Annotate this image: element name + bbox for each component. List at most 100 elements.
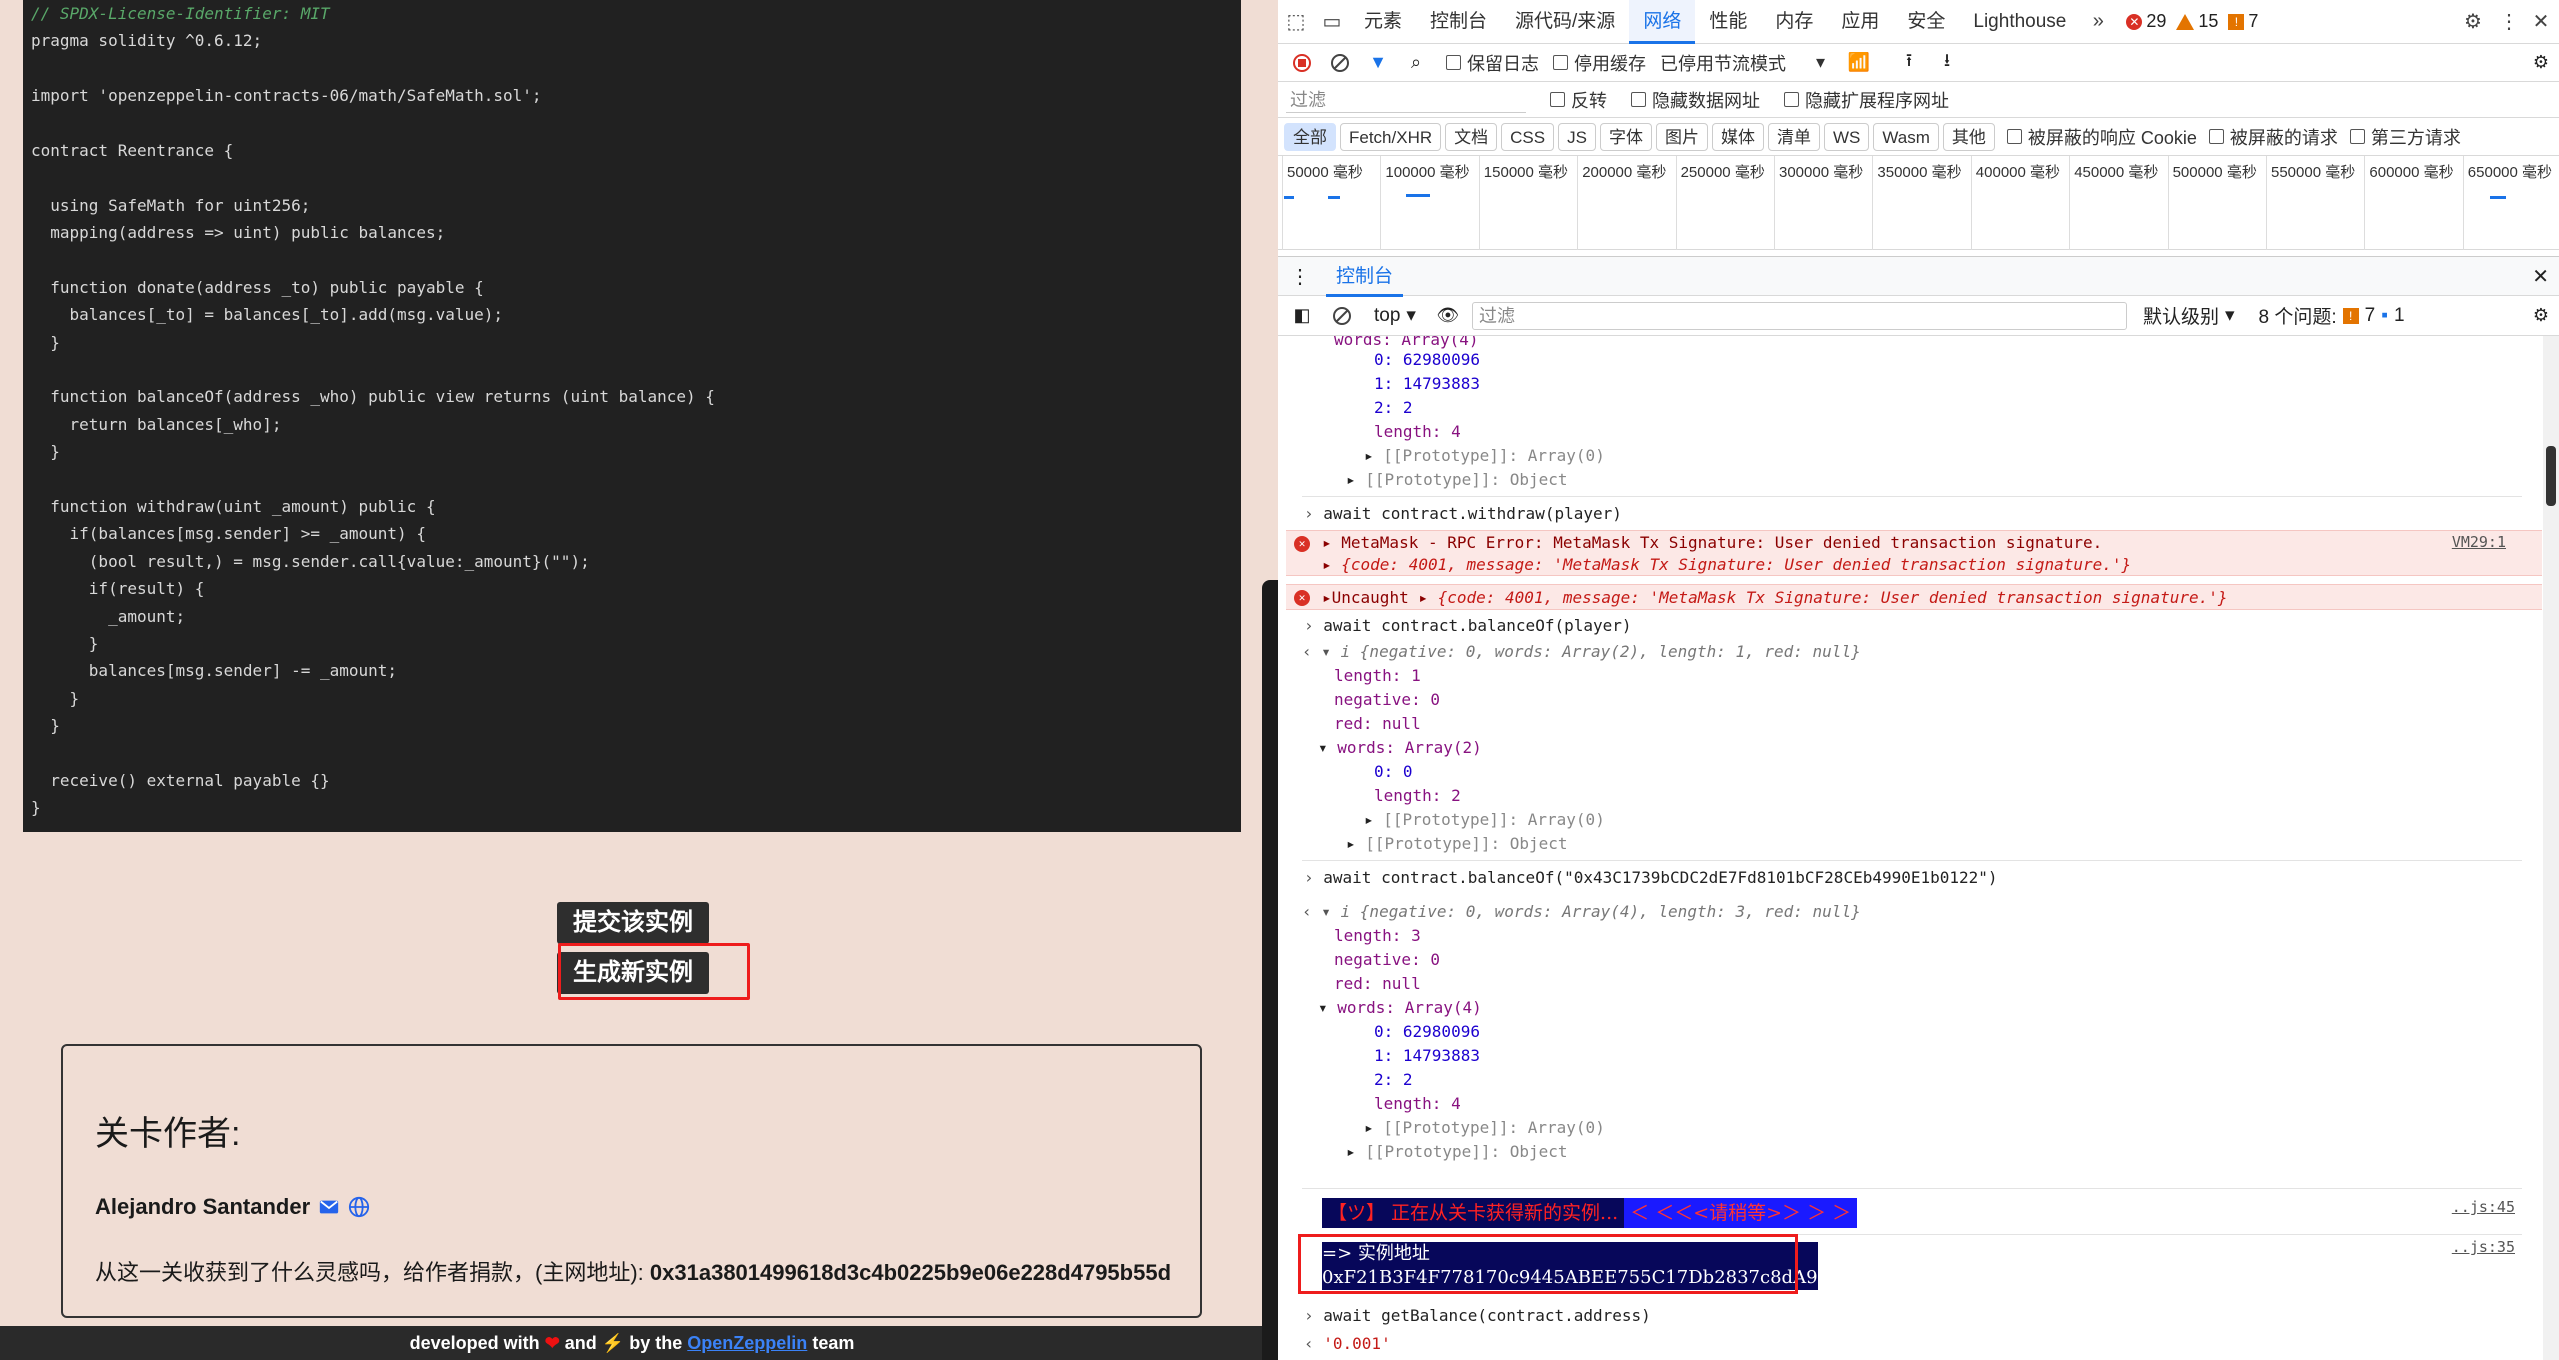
console-clear-icon[interactable] [1326, 300, 1358, 332]
record-stop-icon[interactable] [1286, 47, 1318, 79]
timeline-tick: 500000 毫秒 [2167, 156, 2257, 250]
console-line[interactable]: ▾ words: Array(2) [1318, 736, 2559, 760]
source-link[interactable]: ..js:45 [2452, 1198, 2515, 1216]
bn-words: words: Array(2) [1337, 738, 1482, 757]
kebab-menu-icon[interactable]: ⋮ [2491, 0, 2527, 44]
console-scrollbar[interactable] [2543, 336, 2559, 1360]
type-filter-3[interactable]: CSS [1501, 122, 1555, 151]
type-filter-5[interactable]: 字体 [1599, 122, 1652, 151]
network-timeline[interactable]: 50000 毫秒 100000 毫秒 150000 毫秒 200000 毫秒 25000… [1278, 156, 2559, 250]
console-line: 1: 14793883 [1374, 372, 2559, 396]
console-line[interactable]: ▾ words: Array(4) [1318, 996, 2559, 1020]
filter-icon[interactable]: ▼ [1362, 47, 1394, 79]
tab-8[interactable]: Lighthouse [1959, 0, 2080, 44]
type-filter-6[interactable]: 图片 [1655, 122, 1708, 151]
type-filter-7[interactable]: 媒体 [1711, 122, 1764, 151]
code-line: balances[msg.sender] -= _amount; [31, 661, 398, 681]
wifi-conditions-icon[interactable]: 📶 [1843, 47, 1875, 79]
device-toggle-icon[interactable]: ▭ [1314, 0, 1350, 44]
network-settings-icon[interactable]: ⚙ [2525, 47, 2557, 79]
console-line[interactable]: ▸ [[Prototype]]: Object [1346, 1140, 2559, 1164]
proto-array: [[Prototype]]: Array(0) [1383, 446, 1605, 465]
type-filter-8[interactable]: 清单 [1767, 122, 1820, 151]
console-line[interactable]: ▸ {code: 4001, message: 'MetaMask Tx Sig… [1322, 553, 2559, 577]
tab-6[interactable]: 应用 [1827, 0, 1893, 44]
preserve-log-checkbox[interactable]: 保留日志 [1446, 50, 1539, 76]
code-line: function donate(address _to) public paya… [31, 277, 484, 297]
page-scrollbar[interactable] [1262, 580, 1278, 1360]
drawer-menu-icon[interactable]: ⋮ [1290, 264, 1310, 289]
type-filter-0[interactable]: 全部 [1284, 122, 1336, 151]
console-line[interactable]: ▸ MetaMask - RPC Error: MetaMask Tx Sign… [1322, 531, 2559, 555]
console-line[interactable]: ▸ [[Prototype]]: Array(0) [1364, 808, 2559, 832]
console-settings-icon[interactable]: ⚙ [2525, 300, 2557, 332]
scroll-thumb[interactable] [2546, 446, 2556, 506]
highlight-box [558, 943, 750, 1000]
close-devtools-icon[interactable]: ✕ [2523, 0, 2559, 44]
disable-cache-checkbox[interactable]: 停用缓存 [1553, 50, 1646, 76]
tab-7[interactable]: 安全 [1893, 0, 1959, 44]
issues-counter[interactable]: 8 个问题:! 7 ▪ 1 [2251, 302, 2413, 329]
console-filter-input[interactable]: 过滤 [1471, 301, 2127, 330]
inspect-icon[interactable]: ⬚ [1278, 0, 1314, 44]
throttle-select[interactable]: 已停用节流模式 ▾ [1660, 50, 1825, 76]
console-line[interactable]: ‹ ▾ i {negative: 0, words: Array(4), len… [1302, 900, 2559, 924]
tab-5[interactable]: 内存 [1761, 0, 1827, 44]
type-filter-11[interactable]: 其他 [1942, 122, 1995, 151]
error-badge[interactable]: ✕ 29 [2126, 11, 2166, 32]
type-filter-1[interactable]: Fetch/XHR [1340, 122, 1442, 151]
console-line[interactable]: ▸ [[Prototype]]: Object [1346, 468, 2559, 492]
console-line[interactable]: ▸ [[Prototype]]: Object [1346, 832, 2559, 856]
hide-ext-urls-checkbox[interactable]: 隐藏扩展程序网址 [1784, 87, 1949, 113]
log-level-select[interactable]: 默认级别 ▾ [2135, 302, 2243, 329]
issue-badge[interactable]: ! 7 [2228, 11, 2258, 32]
code-line: (bool result,) = msg.sender.call{value:_… [31, 551, 590, 571]
code-line: function balanceOf(address _who) public … [31, 387, 715, 407]
invert-checkbox[interactable]: 反转 [1550, 87, 1607, 113]
tab-3[interactable]: 网络 [1629, 0, 1696, 44]
tab-0[interactable]: 元素 [1350, 0, 1416, 44]
sidebar-toggle-icon[interactable]: ◧ [1286, 300, 1318, 332]
email-icon[interactable] [318, 1196, 340, 1218]
donate-address: 0x31a3801499618d3c4b0225b9e06e228d4795b5… [649, 1260, 1172, 1285]
type-filter-10[interactable]: Wasm [1873, 122, 1939, 151]
upload-icon[interactable]: ⭱ [1893, 47, 1925, 79]
more-tabs-icon[interactable]: » [2080, 0, 2116, 44]
console-line[interactable]: ▸ [[Prototype]]: Array(0) [1364, 1116, 2559, 1140]
tab-1[interactable]: 控制台 [1416, 0, 1501, 44]
search-icon[interactable]: ⌕ [1400, 47, 1432, 79]
source-link[interactable]: VM29:1 [2452, 533, 2506, 551]
type-check-0[interactable]: 被屏蔽的响应 Cookie [2006, 124, 2197, 150]
type-check-1[interactable]: 被屏蔽的请求 [2208, 124, 2338, 150]
tab-console-drawer[interactable]: 控制台 [1326, 255, 1404, 297]
type-filter-4[interactable]: JS [1558, 122, 1596, 151]
submit-instance-button[interactable]: 提交该实例 [557, 902, 709, 944]
word-0: 0: 62980096 [1374, 350, 1480, 369]
console-line[interactable]: ▸Uncaught ▸ {code: 4001, message: 'MetaM… [1322, 586, 2559, 610]
settings-gear-icon[interactable]: ⚙ [2455, 0, 2491, 44]
tab-2[interactable]: 源代码/来源 [1501, 0, 1629, 44]
type-filter-2[interactable]: 文档 [1445, 122, 1498, 151]
hide-data-urls-checkbox[interactable]: 隐藏数据网址 [1631, 87, 1760, 113]
type-filter-9[interactable]: WS [1823, 122, 1870, 151]
download-icon[interactable]: ⭳ [1931, 47, 1963, 79]
devtools-tabbar: ⬚ ▭ 元素 控制台 源代码/来源 网络 性能 内存 应用 安全 Lighthouse » ✕ 2… [1278, 0, 2559, 44]
eye-icon[interactable]: 👁 [1432, 300, 1464, 332]
globe-icon[interactable] [348, 1196, 370, 1218]
console-line[interactable]: ▸ [[Prototype]]: Array(0) [1364, 444, 2559, 468]
source-link[interactable]: ..js:35 [2452, 1238, 2515, 1256]
warning-badge[interactable]: 15 [2176, 11, 2218, 32]
close-drawer-icon[interactable]: ✕ [2532, 264, 2549, 289]
footer-mid2: by the [629, 1333, 683, 1353]
context-select[interactable]: top ▾ [1366, 304, 1424, 327]
words-length: length: 4 [1374, 422, 1461, 441]
clear-icon[interactable] [1324, 47, 1356, 79]
type-check-2[interactable]: 第三方请求 [2349, 124, 2461, 150]
console-line[interactable]: ‹ ▾ i {negative: 0, words: Array(2), len… [1302, 640, 2559, 664]
openzeppelin-link[interactable]: OpenZeppelin [687, 1333, 807, 1353]
level-page: // SPDX-License-Identifier: MIT pragma so… [0, 0, 1264, 1360]
tab-4[interactable]: 性能 [1695, 0, 1761, 44]
network-filter-input[interactable]: 过滤 [1286, 87, 1526, 113]
